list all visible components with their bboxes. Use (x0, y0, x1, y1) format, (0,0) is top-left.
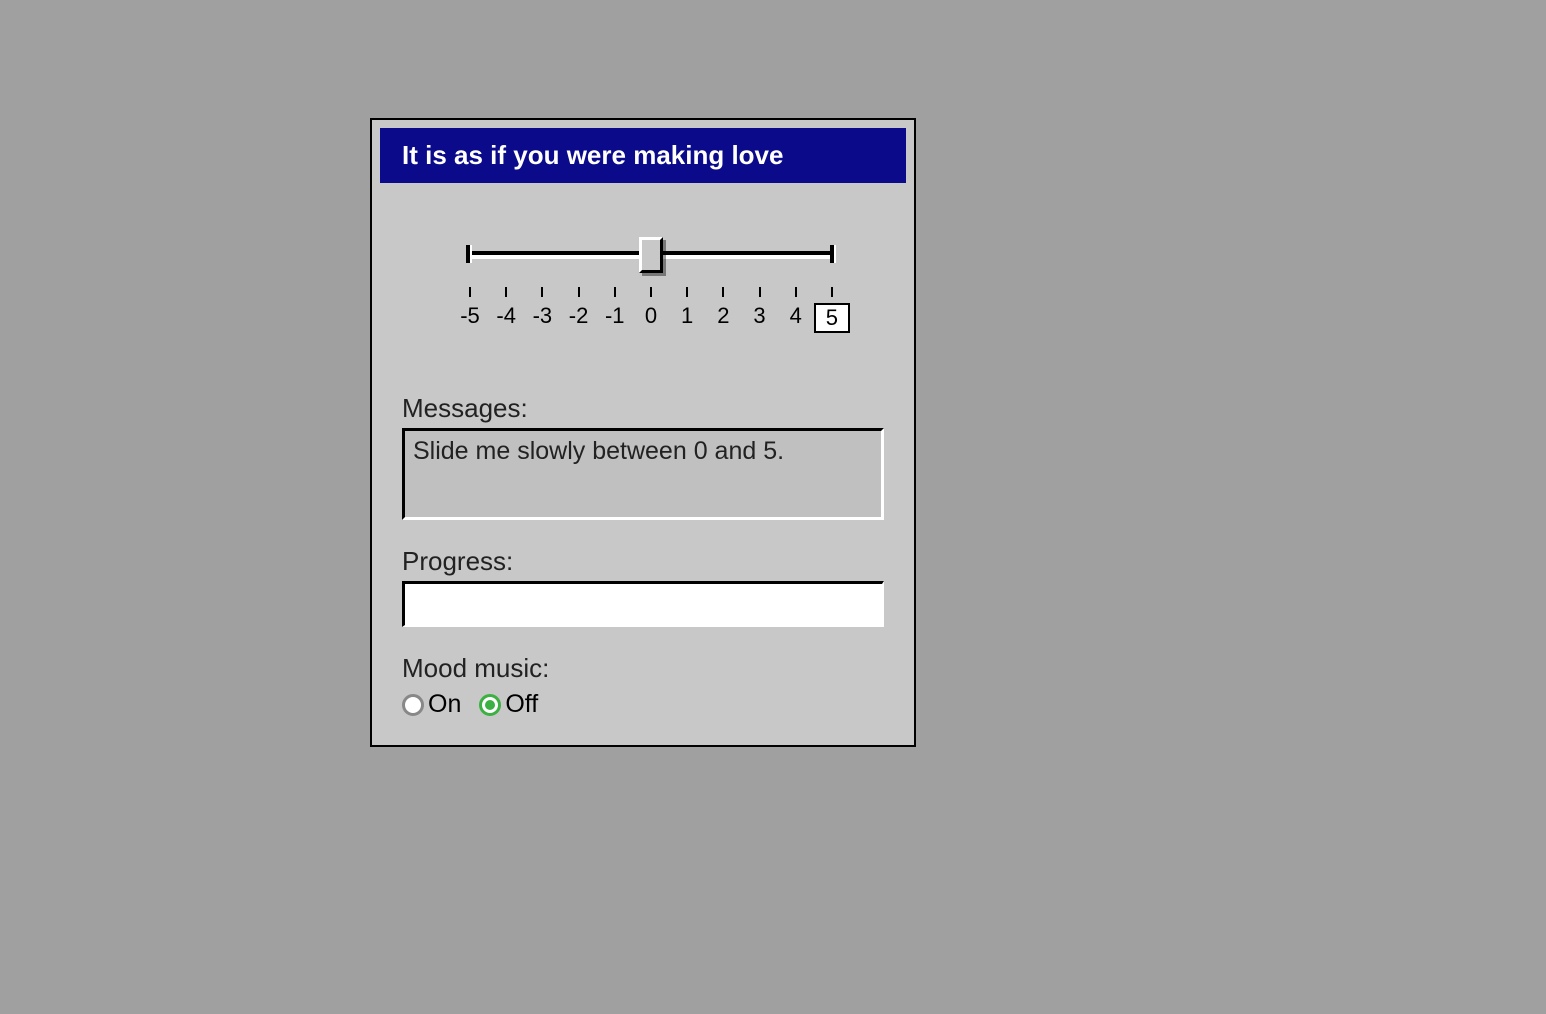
mood-label: Mood music: (402, 653, 884, 684)
tick-mark (541, 287, 543, 297)
tick-label: 4 (783, 303, 809, 329)
slider-thumb[interactable] (639, 237, 663, 273)
slider-area: -5 -4 -3 -2 -1 012345 (400, 223, 886, 363)
messages-section: Messages: Slide me slowly between 0 and … (402, 393, 884, 520)
messages-box: Slide me slowly between 0 and 5. (402, 428, 884, 520)
tick-label: 3 (747, 303, 773, 329)
panel-window: It is as if you were making love -5-4-3-… (370, 118, 916, 747)
slider-ticks: -5-4-3-2-1012345 (470, 287, 832, 333)
tick-label: -5 (457, 303, 483, 329)
tick-label: 0 (638, 303, 664, 329)
tick-mark (650, 287, 652, 297)
messages-text: Slide me slowly between 0 and 5. (413, 437, 784, 465)
mood-on-label: On (428, 690, 461, 719)
mood-off-label: Off (505, 690, 538, 719)
radio-icon (479, 694, 501, 716)
tick-mark (578, 287, 580, 297)
slider-cap-left (466, 245, 470, 263)
tick-mark (831, 287, 833, 297)
mood-radio-group: On Off (402, 690, 884, 719)
progress-bar (402, 581, 884, 627)
slider-cap-right (832, 245, 836, 263)
tick-label: -3 (529, 303, 555, 329)
title-bar: It is as if you were making love (380, 128, 906, 183)
messages-label: Messages: (402, 393, 884, 424)
tick-mark (469, 287, 471, 297)
tick-label: 2 (710, 303, 736, 329)
tick-label: -1 (602, 303, 628, 329)
progress-section: Progress: (402, 546, 884, 627)
tick-label: -4 (493, 303, 519, 329)
tick-mark (505, 287, 507, 297)
title-text: It is as if you were making love (402, 140, 783, 170)
tick-mark (795, 287, 797, 297)
mood-radio-on[interactable]: On (402, 690, 461, 719)
tick-label: 5 (814, 303, 850, 333)
tick-mark (614, 287, 616, 297)
tick-mark (722, 287, 724, 297)
tick-label: 1 (674, 303, 700, 329)
tick-mark (686, 287, 688, 297)
tick-label: -2 (566, 303, 592, 329)
mood-radio-off[interactable]: Off (479, 690, 538, 719)
radio-icon (402, 694, 424, 716)
mood-section: Mood music: On Off (402, 653, 884, 719)
progress-label: Progress: (402, 546, 884, 577)
tick-mark (759, 287, 761, 297)
